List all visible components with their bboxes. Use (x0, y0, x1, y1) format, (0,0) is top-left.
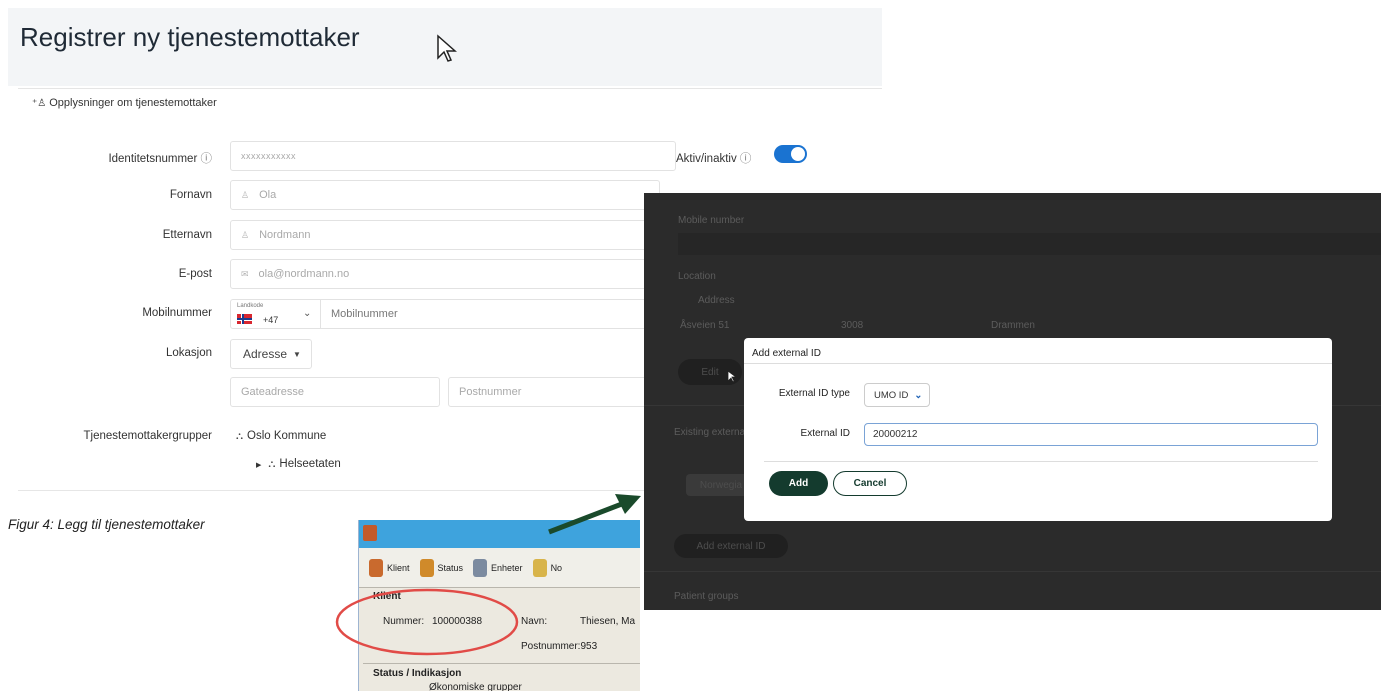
device-icon (473, 558, 488, 577)
group-icon: ⛬ (236, 431, 243, 442)
postal-input[interactable]: Postnummer (448, 377, 660, 407)
section-header: ⁺♙ Opplysninger om tjenestemottaker (32, 97, 217, 109)
location-label: Location (678, 271, 716, 282)
mouse-cursor-icon (437, 34, 457, 62)
external-id-input[interactable]: 20000212 (864, 423, 1318, 446)
toolbar-klient[interactable]: Klient (369, 558, 410, 577)
active-label: Aktiv/inaktiv ⓘ (676, 153, 752, 165)
add-external-id-button[interactable]: Add external ID (674, 534, 788, 558)
status-sub: Økonomiske grupper (429, 682, 522, 691)
person-icon: ♙ (241, 189, 250, 200)
address-select[interactable]: Address (698, 295, 735, 306)
caret-down-icon: ▼ (293, 349, 301, 359)
person-status-icon (419, 558, 434, 577)
help-icon: ⓘ (739, 153, 752, 165)
group-child[interactable]: ▶ ⛬ Helseetaten (256, 458, 341, 470)
group-root[interactable]: ⛬ Oslo Kommune (236, 430, 326, 442)
mobile-input[interactable]: Mobilnummer (331, 308, 398, 320)
status-section-title: Status / Indikasjon (373, 668, 462, 679)
country-code-value: +47 (263, 315, 279, 325)
arrow-icon (548, 494, 641, 535)
mouse-cursor-icon (727, 370, 737, 383)
location-label: Lokasjon (165, 347, 212, 359)
firstname-label: Fornavn (169, 189, 212, 201)
location-type-select[interactable]: Adresse ▼ (230, 339, 312, 369)
external-id-label: External ID (800, 428, 850, 439)
mobile-number-label: Mobile number (678, 215, 745, 226)
active-toggle[interactable] (774, 145, 807, 163)
chevron-down-icon: ⌄ (303, 308, 312, 319)
email-input[interactable]: ✉ ola@nordmann.no (230, 259, 660, 289)
page-title: Registrer ny tjenestemottaker (20, 22, 360, 52)
mobile-number-input[interactable] (758, 233, 1381, 255)
mobile-field: Landkode +47 ⌄ Mobilnummer (230, 299, 660, 329)
city-value: Drammen (991, 320, 1035, 331)
help-icon: ⓘ (200, 153, 213, 165)
norway-flag-icon (237, 314, 252, 324)
modal-title: Add external ID (752, 348, 821, 359)
figure-caption: Figur 4: Legg til tjenestemottaker (8, 517, 205, 532)
note-icon (532, 558, 547, 577)
user-add-icon: ⁺♙ (32, 98, 47, 109)
highlight-ellipse (335, 588, 519, 656)
existing-external-label: Existing externa (674, 427, 746, 438)
caret-right-icon: ▶ (256, 462, 262, 469)
add-button[interactable]: Add (769, 471, 828, 496)
toolbar-enheter[interactable]: Enheter (473, 558, 523, 577)
external-id-type-select[interactable]: UMO ID ⌄ (864, 383, 930, 407)
dark-divider (644, 571, 1381, 572)
street-input[interactable]: Gateadresse (230, 377, 440, 407)
toolbar-no[interactable]: No (532, 558, 562, 577)
identity-input[interactable]: xxxxxxxxxxx (230, 141, 676, 171)
identity-label: Identitetsnummer ⓘ (108, 153, 213, 165)
lastname-input[interactable]: ♙ Nordmann (230, 220, 660, 250)
modal-divider (744, 363, 1332, 364)
groups-label: Tjenestemottakergrupper (83, 430, 212, 442)
mobile-label: Mobilnummer (142, 307, 212, 319)
email-label: E-post (178, 268, 212, 280)
postal-value: Postnummer:953 (521, 641, 598, 652)
person-icon (369, 558, 383, 577)
name-label: Navn: (521, 616, 548, 627)
toolbar-status[interactable]: Status (419, 558, 463, 577)
name-value: Thiesen, Ma (580, 616, 636, 627)
postal-value: 3008 (841, 320, 864, 331)
patient-groups-label: Patient groups (674, 591, 739, 602)
country-code-select[interactable]: Landkode +47 ⌄ (231, 300, 321, 328)
legacy-toolbar: Klient Status Enheter No (359, 548, 640, 588)
person-icon: ♙ (241, 229, 250, 240)
country-code-label: Landkode (237, 303, 264, 309)
lastname-label: Etternavn (162, 229, 212, 241)
mail-icon: ✉ (241, 268, 249, 279)
group-icon: ⛬ (268, 459, 276, 470)
external-id-type-label: External ID type (778, 388, 850, 399)
section-title: Opplysninger om tjenestemottaker (49, 97, 217, 109)
legacy-divider (363, 663, 640, 664)
app-icon (363, 525, 377, 541)
cancel-button[interactable]: Cancel (833, 471, 907, 496)
modal-divider (764, 461, 1318, 462)
firstname-input[interactable]: ♙ Ola (230, 180, 660, 210)
country-select[interactable] (678, 233, 758, 255)
chevron-down-icon: ⌄ (914, 389, 923, 401)
street-value: Åsveien 51 (680, 320, 730, 331)
